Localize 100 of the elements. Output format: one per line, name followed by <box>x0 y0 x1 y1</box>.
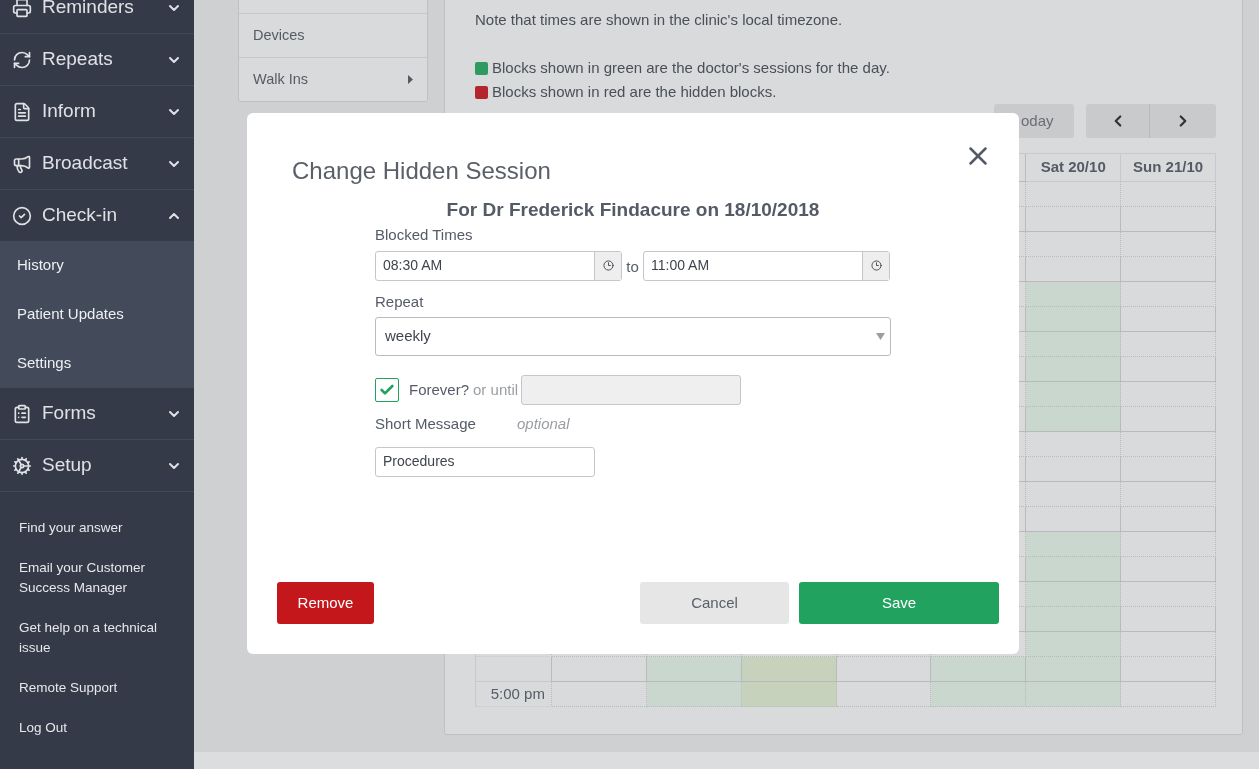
calendar-cell[interactable] <box>1121 282 1217 307</box>
calendar-cell[interactable] <box>931 682 1027 707</box>
calendar-cell[interactable] <box>1121 357 1217 382</box>
help-link[interactable]: Find your answer <box>19 518 169 538</box>
calendar-cell[interactable] <box>1026 532 1122 557</box>
calendar-cell[interactable] <box>1121 582 1217 607</box>
submenu-item[interactable]: Walk Ins <box>239 57 427 101</box>
checkbox-label: Forever? <box>409 379 470 400</box>
document-icon <box>12 101 32 122</box>
caret-icon <box>876 333 885 340</box>
calendar-cell[interactable] <box>1121 657 1217 682</box>
next-button[interactable] <box>1150 104 1216 138</box>
calendar-cell[interactable] <box>1026 307 1122 332</box>
calendar-cell[interactable] <box>1026 557 1122 582</box>
calendar-cell[interactable] <box>1121 432 1217 457</box>
dialog-title: Change Hidden Session <box>292 156 552 186</box>
day-header: Sun 21/10 <box>1121 154 1216 182</box>
printer-icon <box>12 0 32 18</box>
calendar-cell[interactable] <box>1026 607 1122 632</box>
calendar-cell[interactable] <box>1026 582 1122 607</box>
sidebar-item[interactable]: Setup <box>0 440 194 492</box>
calendar-cell[interactable] <box>1026 657 1122 682</box>
calendar-cell[interactable] <box>1121 532 1217 557</box>
calendar-cell[interactable] <box>1026 232 1122 257</box>
submenu-item[interactable]: History <box>0 241 194 290</box>
calendar-cell[interactable] <box>646 657 742 682</box>
sidebar-item[interactable]: Repeats <box>0 34 194 86</box>
refresh-icon <box>12 49 32 70</box>
calendar-cell[interactable] <box>1121 257 1217 282</box>
clock-icon <box>602 260 614 271</box>
calendar-cell[interactable] <box>741 682 837 707</box>
or-until-label: or until <box>473 379 519 400</box>
day-header: Sat 20/10 <box>1026 154 1122 182</box>
calendar-cell[interactable] <box>1026 382 1122 407</box>
calendar-cell[interactable] <box>1121 232 1217 257</box>
dialog-subtitle: For Dr Frederick Findacure on 18/10/2018 <box>445 198 821 222</box>
calendar-cell[interactable] <box>551 682 647 707</box>
calendar-cell[interactable] <box>1026 457 1122 482</box>
help-link[interactable]: Remote Support <box>19 678 169 698</box>
calendar-cell[interactable] <box>1121 407 1217 432</box>
calendar-cell[interactable] <box>1121 482 1217 507</box>
calendar-cell[interactable] <box>1121 507 1217 532</box>
time-field[interactable]: 08:30 AM <box>375 250 622 281</box>
calendar-cell[interactable] <box>741 657 837 682</box>
time-field[interactable]: 11:00 AM <box>643 250 890 281</box>
calendar-cell[interactable] <box>1121 682 1217 707</box>
previous-button[interactable] <box>1086 104 1150 138</box>
repeat-select[interactable]: weekly <box>375 317 891 356</box>
calendar-cell[interactable] <box>551 657 647 682</box>
help-link[interactable]: Log Out <box>19 718 169 738</box>
remove-button[interactable]: Remove <box>277 582 374 624</box>
field-label: Repeat <box>375 291 425 312</box>
check-icon <box>379 382 395 398</box>
range-separator: to <box>625 257 640 278</box>
legend-text: Blocks shown in green are the doctor's sessions for the day. <box>492 57 890 78</box>
submenu-item[interactable]: Patient Updates <box>0 290 194 339</box>
calendar-cell[interactable] <box>1026 282 1122 307</box>
calendar-cell[interactable] <box>1121 557 1217 582</box>
calendar-cell[interactable] <box>931 657 1027 682</box>
calendar-cell[interactable] <box>1121 607 1217 632</box>
calendar-cell[interactable] <box>1026 182 1122 207</box>
sidebar-item[interactable]: Broadcast <box>0 138 194 190</box>
calendar-cell[interactable] <box>1121 457 1217 482</box>
check-circle-icon <box>12 205 32 226</box>
calendar-cell[interactable] <box>1026 207 1122 232</box>
calendar-cell[interactable] <box>1026 432 1122 457</box>
help-link[interactable]: Email your Customer Success Manager <box>19 558 169 598</box>
message-field[interactable]: Procedures <box>375 446 595 477</box>
calendar-cell[interactable] <box>646 682 742 707</box>
submenu-item[interactable]: Settings <box>0 339 194 388</box>
calendar-cell[interactable] <box>1026 632 1122 657</box>
calendar-cell[interactable] <box>1026 407 1122 432</box>
clipboard-icon <box>12 403 32 424</box>
calendar-cell[interactable] <box>1026 482 1122 507</box>
forever-checkbox[interactable] <box>375 378 399 402</box>
time-label: 5:00 pm <box>490 683 545 704</box>
legend-text: Blocks shown in red are the hidden blocks. <box>492 81 777 102</box>
field-label: Blocked Times <box>375 225 474 245</box>
sidebar-item[interactable]: Reminders <box>0 0 194 34</box>
optional-hint: optional <box>517 414 570 434</box>
calendar-cell[interactable] <box>1121 382 1217 407</box>
clock-icon <box>870 260 882 271</box>
calendar-cell[interactable] <box>1121 207 1217 232</box>
cancel-button[interactable]: Cancel <box>640 582 789 624</box>
caret-icon <box>408 75 413 84</box>
calendar-cell[interactable] <box>1026 357 1122 382</box>
calendar-cell[interactable] <box>1121 182 1217 207</box>
sidebar-item[interactable]: Forms <box>0 388 194 440</box>
help-link[interactable]: Get help on a technical issue <box>19 618 169 658</box>
field-label: Short Message <box>375 414 477 434</box>
calendar-cell[interactable] <box>1121 332 1217 357</box>
sidebar-item[interactable]: Inform <box>0 86 194 138</box>
calendar-cell[interactable] <box>1026 682 1122 707</box>
until-date-field[interactable] <box>521 375 742 405</box>
calendar-cell[interactable] <box>1121 632 1217 657</box>
calendar-cell[interactable] <box>1121 307 1217 332</box>
gear-icon <box>12 455 32 476</box>
note-text: Note that times are shown in the clinic's local timezone. <box>475 10 844 30</box>
calendar-cell[interactable] <box>1026 332 1122 357</box>
submenu-item[interactable]: Devices <box>239 13 427 57</box>
